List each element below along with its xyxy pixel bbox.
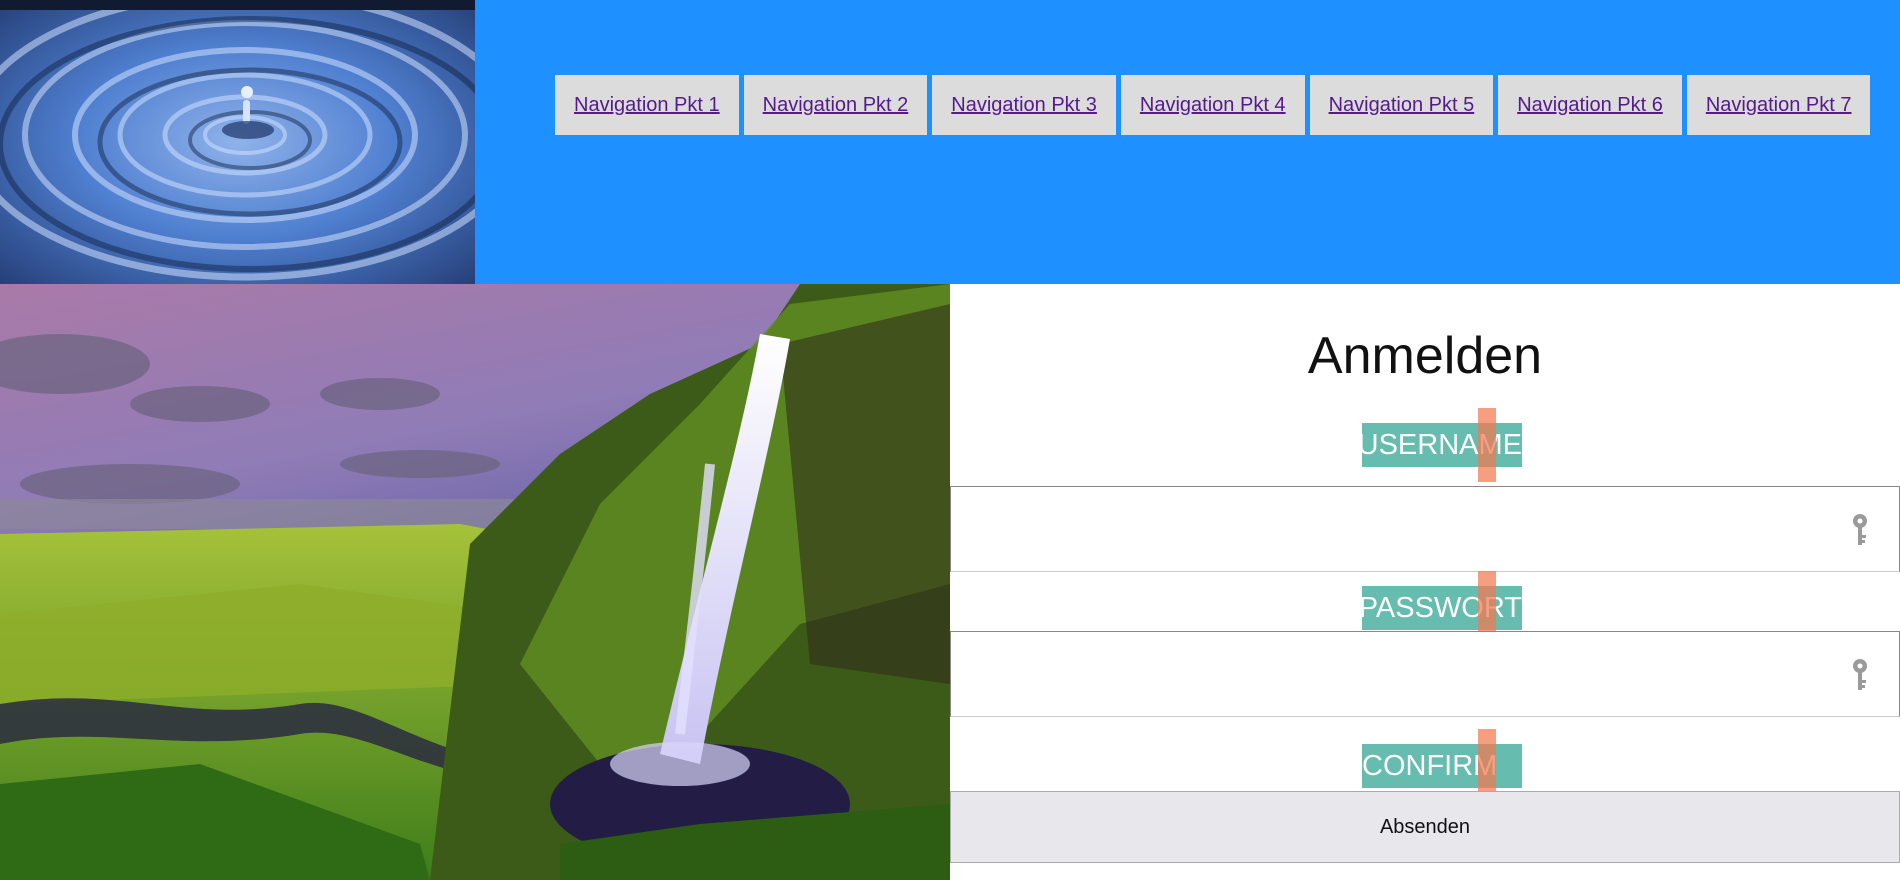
- label-marker: [1478, 408, 1496, 482]
- key-icon: [1853, 514, 1867, 545]
- nav-item-4[interactable]: Navigation Pkt 4: [1120, 75, 1305, 135]
- password-label: PASSWORT: [1362, 586, 1522, 630]
- form-title: Anmelden: [1307, 327, 1543, 385]
- nav-item-7[interactable]: Navigation Pkt 7: [1686, 75, 1871, 135]
- nav-item-2[interactable]: Navigation Pkt 2: [743, 75, 928, 135]
- logo-image: [0, 0, 475, 284]
- key-icon: [1853, 659, 1867, 690]
- password-field: [950, 631, 1900, 717]
- confirm-label: CONFIRM: [1362, 744, 1522, 788]
- password-input[interactable]: [951, 632, 1831, 714]
- nav-item-3[interactable]: Navigation Pkt 3: [932, 75, 1116, 135]
- username-field: [950, 486, 1900, 572]
- username-label: USERNAME: [1362, 423, 1522, 467]
- nav-item-6[interactable]: Navigation Pkt 6: [1498, 75, 1682, 135]
- main-navigation: Navigation Pkt 1 Navigation Pkt 2 Naviga…: [555, 75, 1871, 135]
- nav-item-5[interactable]: Navigation Pkt 5: [1309, 75, 1494, 135]
- submit-button[interactable]: Absenden: [950, 791, 1900, 863]
- username-input[interactable]: [951, 487, 1831, 569]
- login-form: Anmelden USERNAME PASSWORT CONFIRM Absen…: [950, 284, 1900, 880]
- nav-item-1[interactable]: Navigation Pkt 1: [555, 75, 739, 135]
- hero-image: [0, 284, 950, 880]
- header: Navigation Pkt 1 Navigation Pkt 2 Naviga…: [0, 0, 1900, 284]
